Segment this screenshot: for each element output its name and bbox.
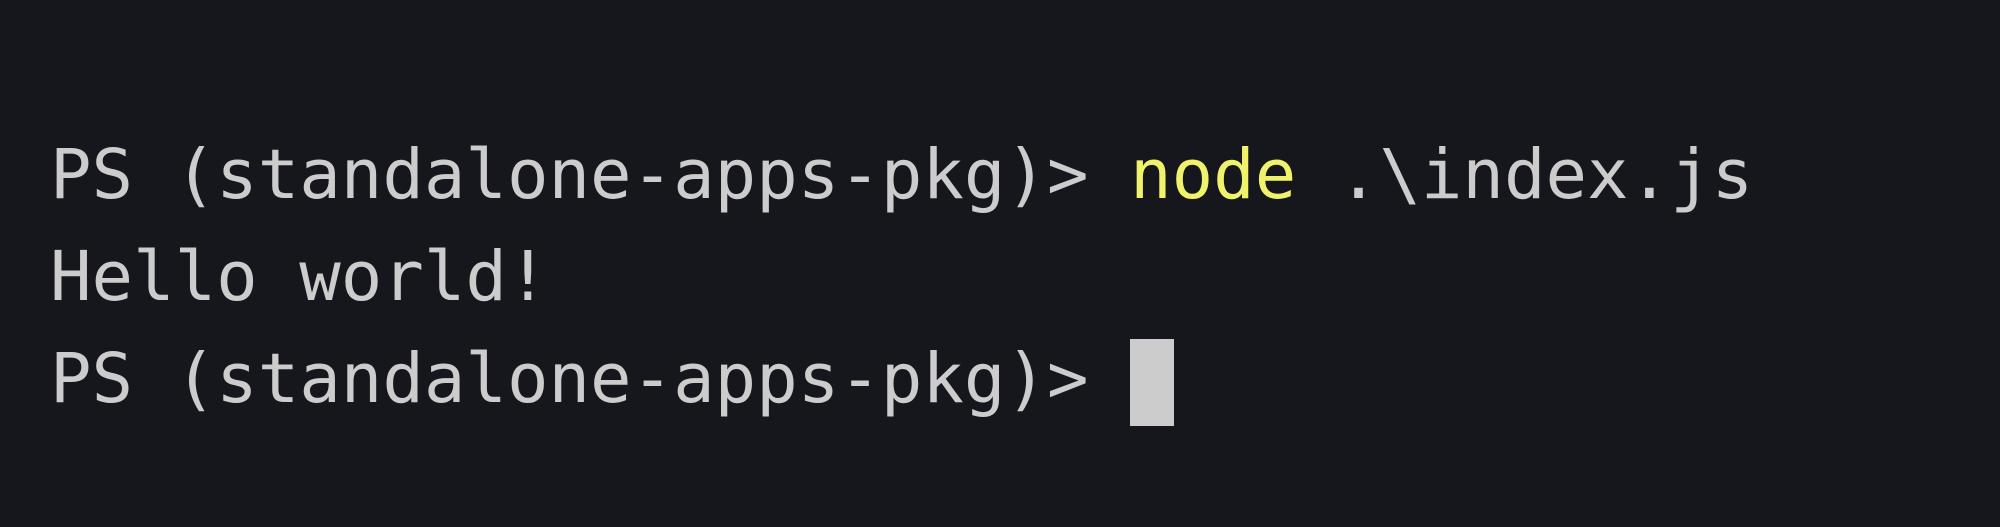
command-args: .\index.js [1296,135,1754,215]
command-text: node [1130,135,1297,215]
prompt-text: PS (standalone-apps-pkg)> [50,339,1131,419]
terminal-line-output: Hello world! [50,227,549,327]
terminal-line-input[interactable]: PS (standalone-apps-pkg)> [50,329,1175,429]
prompt-text: PS (standalone-apps-pkg)> [50,135,1131,215]
terminal-line-command: PS (standalone-apps-pkg)> node .\index.j… [50,125,1753,225]
output-text: Hello world! [50,237,549,317]
text-cursor[interactable] [1130,339,1175,427]
terminal-window[interactable]: PS (standalone-apps-pkg)> node .\index.j… [0,0,2000,527]
